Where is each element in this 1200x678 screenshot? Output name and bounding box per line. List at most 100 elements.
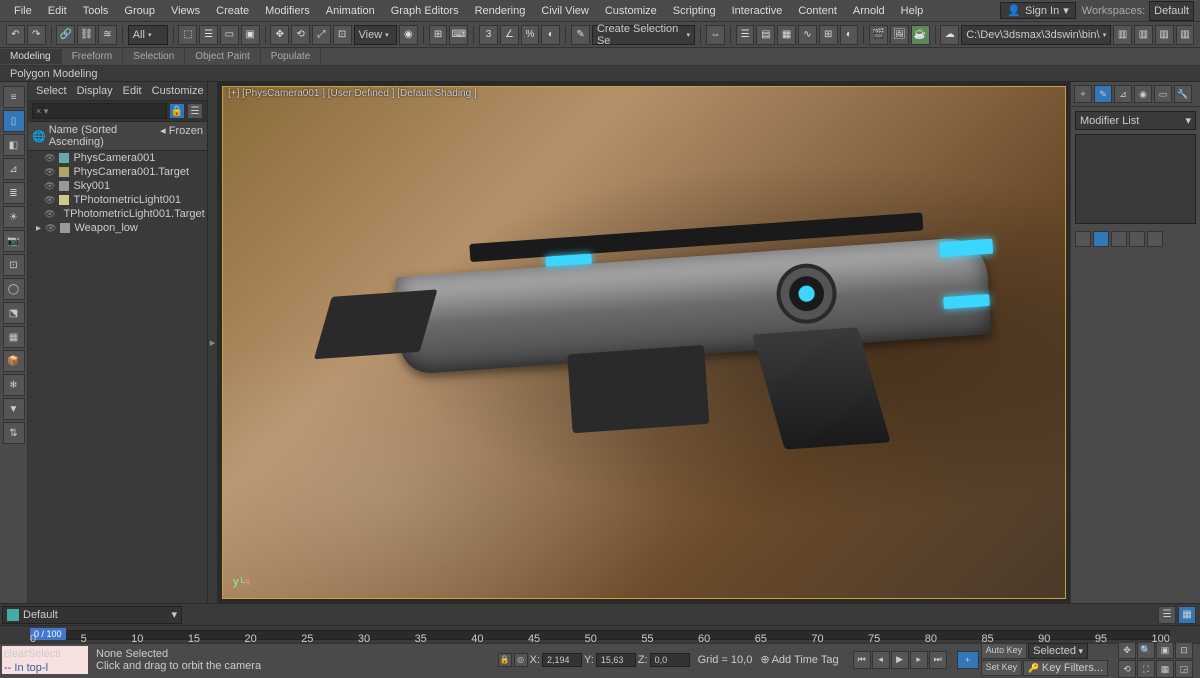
left-tool-display[interactable]: ◧ xyxy=(3,134,25,156)
align-button[interactable]: ☰ xyxy=(736,25,755,45)
pin-stack-button[interactable] xyxy=(1075,231,1091,247)
left-tool-hierarchy[interactable]: ⊿ xyxy=(3,158,25,180)
viewport-label[interactable]: [+] [PhysCamera001 ] [User Defined ] [De… xyxy=(228,88,477,99)
angle-snap-button[interactable]: ∠ xyxy=(500,25,519,45)
eye-icon[interactable]: 👁 xyxy=(44,153,55,164)
layer-explorer-button[interactable]: ▤ xyxy=(756,25,775,45)
menu-help[interactable]: Help xyxy=(893,2,932,20)
set-key-big-button[interactable]: + xyxy=(957,651,979,669)
next-frame-button[interactable]: ▸ xyxy=(910,651,928,669)
open-a360-button[interactable]: ☁ xyxy=(940,25,959,45)
menu-civilview[interactable]: Civil View xyxy=(533,2,596,20)
unlink-button[interactable]: ⛓ xyxy=(77,25,96,45)
goto-end-button[interactable]: ⏭ xyxy=(929,651,947,669)
toggle-ribbon-button[interactable]: ▦ xyxy=(777,25,796,45)
explorer-resize-handle[interactable]: ▸ xyxy=(208,82,218,603)
ref-coord-dropdown[interactable]: View▾ xyxy=(354,25,398,45)
sign-in-button[interactable]: 👤 Sign In ▾ xyxy=(1000,2,1075,19)
render-setup-button[interactable]: 🎬 xyxy=(869,25,888,45)
timeline[interactable]: 0 / 100 05101520253035404550556065707580… xyxy=(0,625,1200,643)
menu-views[interactable]: Views xyxy=(163,2,208,20)
keymode-dropdown[interactable]: Selected ▾ xyxy=(1028,643,1088,659)
move-button[interactable]: ✥ xyxy=(270,25,289,45)
viewport[interactable]: y└x xyxy=(222,86,1066,599)
autokey-button[interactable]: Auto Key xyxy=(981,643,1028,659)
layer-btn-1[interactable]: ☰ xyxy=(1158,606,1176,624)
keyboard-shortcut-button[interactable]: ⌨ xyxy=(449,25,468,45)
modifier-list-dropdown[interactable]: Modifier List▾ xyxy=(1075,111,1196,130)
selection-filter-dropdown[interactable]: All▾ xyxy=(128,25,168,45)
modifier-stack[interactable] xyxy=(1075,134,1196,224)
left-tool-helper[interactable]: ⊡ xyxy=(3,254,25,276)
menu-animation[interactable]: Animation xyxy=(318,2,383,20)
mirror-button[interactable]: ⇔ xyxy=(706,25,725,45)
layer-dropdown[interactable]: Default ▾ xyxy=(2,606,182,624)
link-button[interactable]: 🔗 xyxy=(56,25,75,45)
ribbon-tab-modeling[interactable]: Modeling xyxy=(0,49,62,64)
orbit-button[interactable]: ⟲ xyxy=(1118,660,1136,678)
x-input[interactable]: 2,194 xyxy=(542,653,582,667)
show-end-result-button[interactable] xyxy=(1093,231,1109,247)
scene-item[interactable]: 👁PhysCamera001 xyxy=(28,151,207,165)
zoom-ext-button[interactable]: ▦ xyxy=(1156,660,1174,678)
layer-btn-2[interactable]: ▦ xyxy=(1178,606,1196,624)
spinner-snap-button[interactable]: ◐ xyxy=(541,25,560,45)
select-region-button[interactable]: ▭ xyxy=(220,25,239,45)
z-input[interactable]: 0,0 xyxy=(650,653,690,667)
play-button[interactable]: ▶ xyxy=(891,651,909,669)
explorer-lock-button[interactable]: 🔒 xyxy=(169,103,185,119)
menu-scripting[interactable]: Scripting xyxy=(665,2,724,20)
menu-modifiers[interactable]: Modifiers xyxy=(257,2,318,20)
left-tool-filter[interactable]: ▼ xyxy=(3,398,25,420)
menu-group[interactable]: Group xyxy=(116,2,163,20)
eye-icon[interactable]: 👁 xyxy=(44,181,55,192)
bind-button[interactable]: ≋ xyxy=(98,25,117,45)
edit-named-sel-button[interactable]: ✎ xyxy=(571,25,590,45)
render-frame-button[interactable]: 🖼 xyxy=(890,25,909,45)
menu-file[interactable]: File xyxy=(6,2,40,20)
left-tool-shape[interactable]: ◯ xyxy=(3,278,25,300)
left-tool-sort[interactable]: ⇅ xyxy=(3,422,25,444)
percent-snap-button[interactable]: % xyxy=(521,25,540,45)
ribbon-tab-objectpaint[interactable]: Object Paint xyxy=(185,49,260,64)
explorer-menu-customize[interactable]: Customize xyxy=(152,85,204,97)
utilities-tab[interactable]: 🔧 xyxy=(1174,85,1192,103)
menu-interactive[interactable]: Interactive xyxy=(724,2,791,20)
material-editor-button[interactable]: ◐ xyxy=(840,25,859,45)
ribbon-tab-freeform[interactable]: Freeform xyxy=(62,49,124,64)
ribbon-sub-label[interactable]: Polygon Modeling xyxy=(10,68,97,80)
ws-btn-4[interactable]: ▥ xyxy=(1176,25,1195,45)
redo-button[interactable]: ↷ xyxy=(27,25,46,45)
explorer-header[interactable]: 🌐Name (Sorted Ascending) ◂ Frozen xyxy=(28,122,207,151)
scale-button[interactable]: ⤢ xyxy=(312,25,331,45)
ribbon-tab-selection[interactable]: Selection xyxy=(123,49,185,64)
ribbon-tab-populate[interactable]: Populate xyxy=(261,49,321,64)
menu-edit[interactable]: Edit xyxy=(40,2,75,20)
isolate-button[interactable]: ◎ xyxy=(514,653,528,667)
left-tool-frozen[interactable]: ❄ xyxy=(3,374,25,396)
left-tool-container[interactable]: 📦 xyxy=(3,350,25,372)
project-path-dropdown[interactable]: C:\Dev\3dsmax\3dswin\bin\x64\release▾ xyxy=(961,25,1111,45)
left-tool-select[interactable]: ▯ xyxy=(3,110,25,132)
explorer-view-button[interactable]: ☰ xyxy=(187,103,203,119)
hierarchy-tab[interactable]: ⊿ xyxy=(1114,85,1132,103)
explorer-menu-display[interactable]: Display xyxy=(77,85,113,97)
snap-toggle-button[interactable]: 3 xyxy=(479,25,498,45)
select-object-button[interactable]: ⬚ xyxy=(178,25,197,45)
menu-content[interactable]: Content xyxy=(790,2,845,20)
menu-rendering[interactable]: Rendering xyxy=(467,2,534,20)
scene-item[interactable]: 👁TPhotometricLight001 xyxy=(28,193,207,207)
eye-icon[interactable]: 👁 xyxy=(44,195,55,206)
explorer-menu-edit[interactable]: Edit xyxy=(123,85,142,97)
schematic-view-button[interactable]: ⊞ xyxy=(819,25,838,45)
scene-item[interactable]: 👁Sky001 xyxy=(28,179,207,193)
left-tool-light[interactable]: ☀ xyxy=(3,206,25,228)
keyfilters-button[interactable]: 🔑 Key Filters... xyxy=(1023,660,1108,676)
named-selection-dropdown[interactable]: Create Selection Se▾ xyxy=(592,25,695,45)
script-listener[interactable]: clearSelecti -- In top-l xyxy=(2,646,88,674)
rotate-button[interactable]: ⟲ xyxy=(291,25,310,45)
ws-btn-2[interactable]: ▥ xyxy=(1134,25,1153,45)
window-crossing-button[interactable]: ▣ xyxy=(241,25,260,45)
menu-graph-editors[interactable]: Graph Editors xyxy=(383,2,467,20)
create-tab[interactable]: + xyxy=(1074,85,1092,103)
